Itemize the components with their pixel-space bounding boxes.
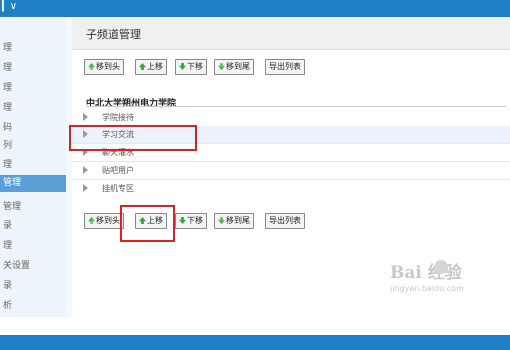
channel-label: 学院接待 bbox=[102, 113, 134, 122]
watermark-text: Bai 经验 bbox=[390, 263, 462, 283]
highlight-box-move-up bbox=[120, 205, 175, 242]
sidebar-item[interactable]: 理 bbox=[3, 60, 12, 73]
channel-label: 贴吧用户 bbox=[102, 166, 134, 175]
sidebar-item[interactable]: 录 bbox=[3, 218, 12, 231]
move-bottom-icon bbox=[218, 217, 225, 224]
move-up-label: 上移 bbox=[147, 62, 163, 71]
sidebar-item[interactable]: 录 bbox=[3, 278, 12, 291]
move-down-button[interactable]: 下移 bbox=[175, 59, 207, 75]
sidebar-item[interactable]: 理 bbox=[3, 40, 12, 53]
highlight-box-channel bbox=[69, 125, 197, 151]
panel-header: 子频道管理 bbox=[72, 17, 510, 50]
move-top-label: 移到头 bbox=[96, 62, 120, 71]
arrow-up-icon bbox=[139, 63, 146, 70]
move-top-icon bbox=[88, 217, 95, 224]
sidebar-item[interactable]: 析 bbox=[3, 298, 12, 311]
sidebar-item[interactable]: 理 bbox=[3, 238, 12, 251]
channel-row[interactable]: 贴吧用户 bbox=[72, 162, 510, 180]
move-down-label: 下移 bbox=[187, 216, 203, 225]
sidebar-item[interactable]: 理 bbox=[3, 157, 12, 170]
school-heading: 中北大学朔州电力学院 bbox=[86, 99, 177, 109]
sidebar-item-active[interactable]: 管理 bbox=[0, 175, 66, 192]
sidebar-item[interactable]: 关设置 bbox=[3, 258, 30, 271]
channel-row[interactable]: 挂机专区 bbox=[72, 180, 510, 197]
divider bbox=[86, 106, 506, 107]
move-down-button-bottom[interactable]: 下移 bbox=[175, 213, 207, 229]
expand-arrow-icon[interactable] bbox=[83, 113, 88, 121]
sidebar-item[interactable]: 码 bbox=[3, 120, 12, 133]
arrow-down-icon bbox=[179, 63, 186, 70]
sidebar-item[interactable]: 理 bbox=[3, 80, 12, 93]
top-bar: ▎∨ bbox=[0, 0, 510, 17]
sidebar-item[interactable]: 理 bbox=[3, 100, 12, 113]
export-list-button-bottom[interactable]: 导出列表 bbox=[265, 213, 305, 229]
move-top-icon bbox=[88, 63, 95, 70]
bottom-bar bbox=[0, 335, 510, 350]
sidebar: 理 理 理 理 码 列 理 管理 管理 录 理 关设置 录 析 bbox=[0, 17, 67, 317]
move-bottom-button[interactable]: 移到尾 bbox=[214, 59, 254, 75]
move-top-button[interactable]: 移到头 bbox=[84, 59, 124, 75]
watermark-url: jingyan.baidu.com bbox=[390, 284, 464, 293]
move-bottom-label: 移到尾 bbox=[226, 216, 250, 225]
expand-arrow-icon[interactable] bbox=[83, 184, 88, 192]
move-bottom-icon bbox=[218, 63, 225, 70]
expand-arrow-icon[interactable] bbox=[83, 166, 88, 174]
paw-logo-icon bbox=[434, 260, 448, 274]
channel-label: 挂机专区 bbox=[102, 184, 134, 193]
move-up-button[interactable]: 上移 bbox=[135, 59, 167, 75]
move-bottom-label: 移到尾 bbox=[226, 62, 250, 71]
arrow-down-icon bbox=[179, 217, 186, 224]
move-bottom-button-bottom[interactable]: 移到尾 bbox=[214, 213, 254, 229]
move-down-label: 下移 bbox=[187, 62, 203, 71]
sidebar-item[interactable]: 列 bbox=[3, 138, 12, 151]
move-top-label: 移到头 bbox=[96, 216, 120, 225]
panel-title: 子频道管理 bbox=[86, 28, 141, 41]
export-list-button[interactable]: 导出列表 bbox=[265, 59, 305, 75]
sidebar-item[interactable]: 管理 bbox=[3, 199, 21, 212]
top-bar-glyph: ▎∨ bbox=[2, 1, 18, 12]
move-top-button-bottom[interactable]: 移到头 bbox=[84, 213, 124, 229]
